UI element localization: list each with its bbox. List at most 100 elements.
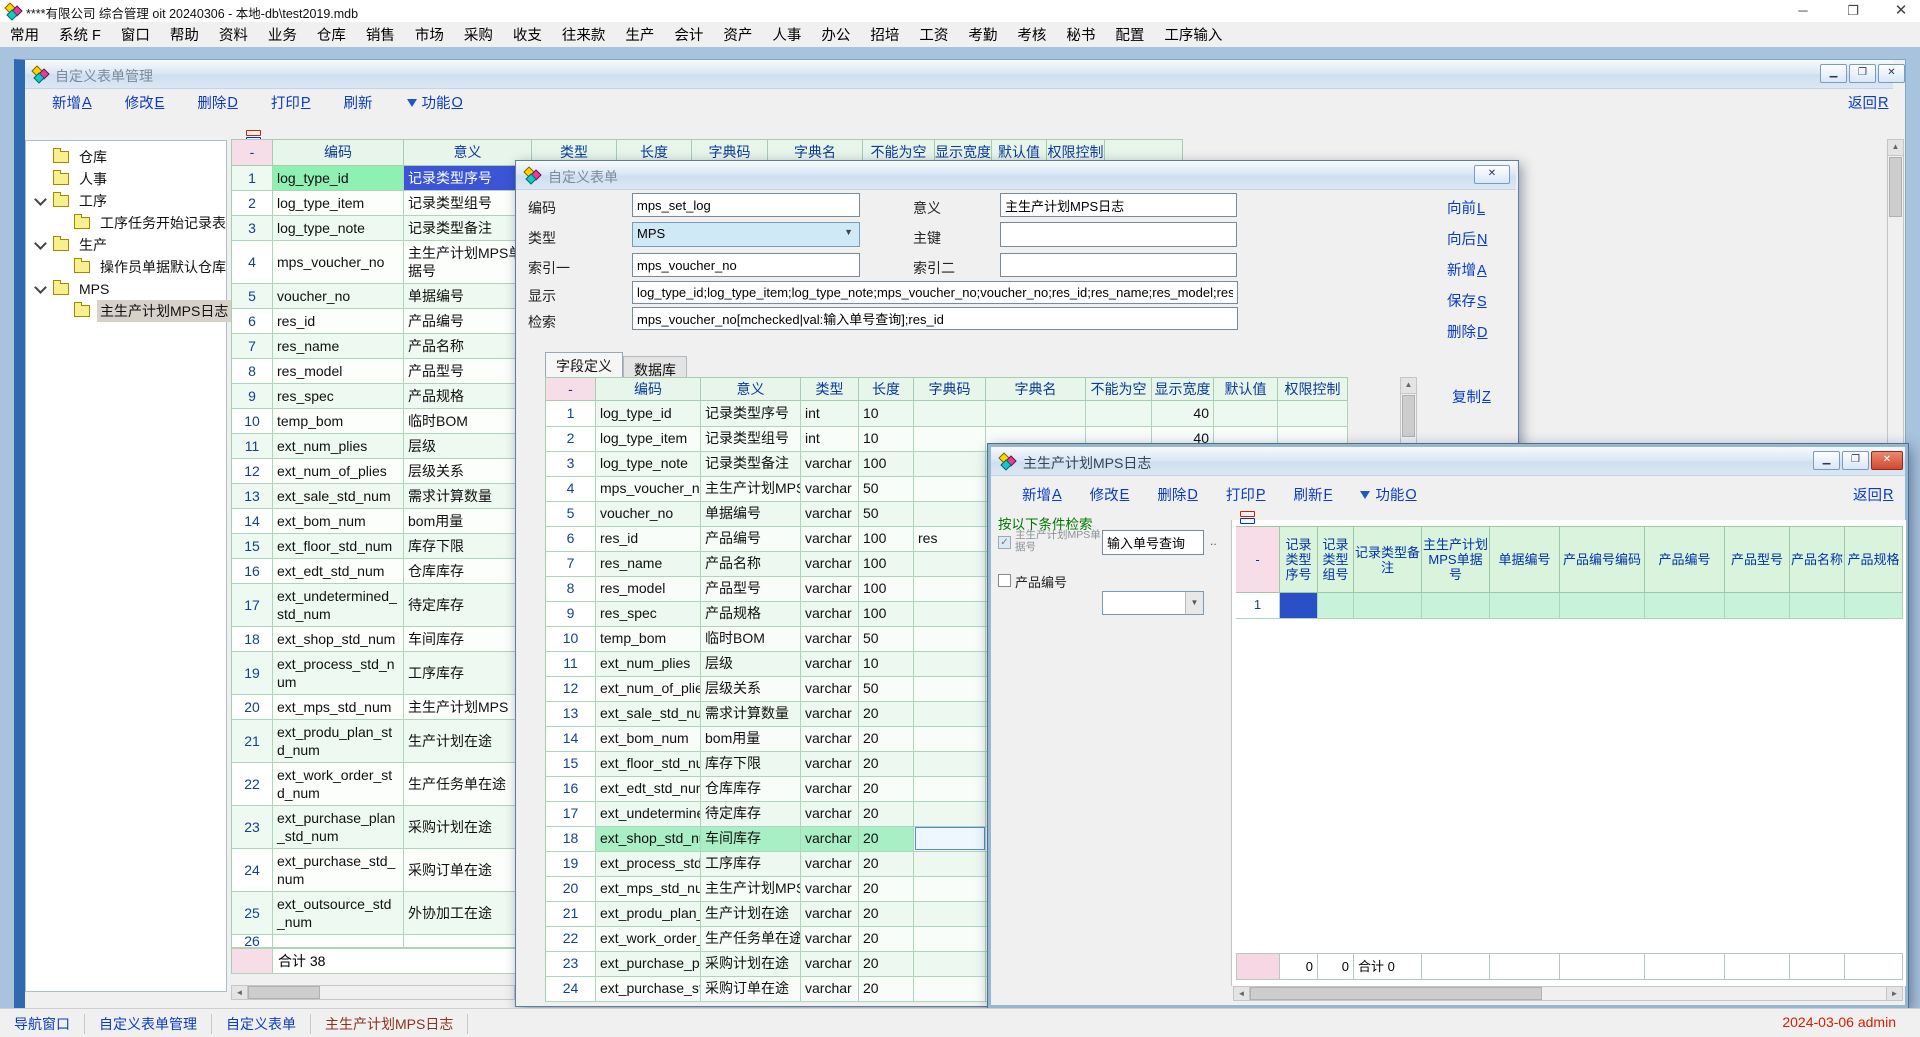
cell-dictcode[interactable]	[914, 951, 986, 976]
cell-code[interactable]: res_id	[273, 309, 404, 334]
tree-node-label[interactable]: 操作员单据默认仓库	[97, 256, 229, 278]
status-item[interactable]: 导航窗口	[0, 1014, 85, 1034]
cell-meaning[interactable]: 单据编号	[404, 284, 532, 309]
cell-code[interactable]: ext_shop_std_num	[596, 826, 701, 851]
cell-code[interactable]: ext_sale_std_num	[596, 701, 701, 726]
menu-item[interactable]: 工序输入	[1154, 24, 1232, 45]
tree-node[interactable]: 操作员单据默认仓库	[25, 256, 225, 278]
cell-type[interactable]: int	[801, 401, 859, 426]
table-row[interactable]: 17 ext_undetermined_std_num 待定库存	[232, 584, 532, 627]
cell-meaning[interactable]: 工序库存	[404, 652, 532, 695]
cell-length[interactable]: 100	[859, 576, 914, 601]
swap-columns-icon[interactable]	[1240, 511, 1255, 524]
col-header-resid[interactable]: 产品编号	[1645, 526, 1725, 593]
log-table-row1[interactable]: 1	[1236, 593, 1903, 619]
cell-length[interactable]: 100	[859, 601, 914, 626]
cell-meaning[interactable]: 产品型号	[404, 359, 532, 384]
cell-type[interactable]: varchar	[801, 551, 859, 576]
cell-meaning[interactable]: 外协加工在途	[404, 892, 532, 935]
row-number[interactable]: 4	[232, 241, 273, 284]
w1-maximize-icon[interactable]: ❐	[1849, 64, 1876, 83]
col-header-code[interactable]: 编码	[596, 377, 701, 401]
scroll-left-icon[interactable]: ◄	[1234, 987, 1250, 1000]
row-number[interactable]: 16	[546, 776, 596, 801]
side-button[interactable]: 保存S	[1447, 290, 1487, 311]
cell-length[interactable]: 10	[859, 426, 914, 451]
cell-length[interactable]: 10	[859, 401, 914, 426]
col-header-length[interactable]: 长度	[859, 377, 914, 401]
cell-type[interactable]: varchar	[801, 801, 859, 826]
cell-perm[interactable]	[1278, 401, 1348, 426]
cell-meaning[interactable]: 记录类型组号	[701, 426, 801, 451]
voucher-search-input[interactable]	[1102, 530, 1204, 555]
cell-type[interactable]: varchar	[801, 451, 859, 476]
table-row[interactable]: 19 ext_process_std_num 工序库存	[232, 652, 532, 695]
cell-code[interactable]: ext_shop_std_num	[273, 627, 404, 652]
cell-type[interactable]: varchar	[801, 601, 859, 626]
app-close-icon[interactable]: ✕	[1886, 2, 1916, 20]
row-number[interactable]: 21	[546, 901, 596, 926]
cell-meaning[interactable]: 待定库存	[404, 584, 532, 627]
table-row[interactable]: 21 ext_produ_plan_std_num 生产计划在途	[232, 720, 532, 763]
row-number[interactable]: 21	[232, 720, 273, 763]
row-number[interactable]: 16	[232, 559, 273, 584]
cell-meaning[interactable]: 采购订单在途	[701, 976, 801, 1001]
toolbar-button[interactable]: 刷新F	[1294, 484, 1333, 505]
type-select[interactable]: MPS▼	[632, 222, 860, 247]
cell-code[interactable]: ext_num_of_plies	[596, 676, 701, 701]
tree-node-label[interactable]: 人事	[76, 168, 110, 190]
tab-database[interactable]: 数据库	[623, 356, 687, 378]
cell-code[interactable]: res_name	[596, 551, 701, 576]
log-hscrollbar[interactable]: ◄ ►	[1233, 986, 1903, 1001]
chevron-down-icon[interactable]: ▼	[1185, 592, 1203, 614]
cell-notnull[interactable]	[1086, 401, 1152, 426]
app-maximize-icon[interactable]: ❐	[1838, 2, 1868, 20]
cell-length[interactable]: 20	[859, 801, 914, 826]
table-row[interactable]: 7 res_name 产品名称	[232, 334, 532, 359]
cell-type[interactable]: int	[801, 426, 859, 451]
cell-meaning[interactable]: bom用量	[404, 509, 532, 534]
menu-item[interactable]: 系统 F	[49, 24, 111, 45]
row-number[interactable]: 10	[232, 409, 273, 434]
tree-node[interactable]: 工序任务开始记录表	[25, 212, 225, 234]
cell-code[interactable]: ext_undetermined_std_num	[273, 584, 404, 627]
cell-code[interactable]: res_name	[273, 334, 404, 359]
scroll-thumb[interactable]	[1250, 987, 1542, 1000]
cell-dictcode[interactable]	[914, 401, 986, 426]
col-header-resname[interactable]: 产品名称	[1790, 526, 1845, 593]
product-combo[interactable]: ▼	[1102, 591, 1204, 615]
col-header-default[interactable]: 默认值	[1214, 377, 1278, 401]
row-number[interactable]: 11	[232, 434, 273, 459]
cell-code[interactable]: voucher_no	[596, 501, 701, 526]
scroll-up-icon[interactable]: ▲	[1401, 378, 1416, 394]
cell-type[interactable]: varchar	[801, 726, 859, 751]
menu-item[interactable]: 往来款	[552, 24, 616, 45]
scroll-right-icon[interactable]: ►	[1886, 987, 1902, 1000]
cell-code[interactable]: log_type_id	[596, 401, 701, 426]
cell-meaning[interactable]: 仓库库存	[404, 559, 532, 584]
cell-code[interactable]: log_type_id	[273, 166, 404, 191]
cell-dictcode[interactable]	[914, 676, 986, 701]
row-number[interactable]: 11	[546, 651, 596, 676]
row-number[interactable]: 20	[546, 876, 596, 901]
row-number[interactable]: 5	[546, 501, 596, 526]
cell-meaning[interactable]: 生产任务单在途	[701, 926, 801, 951]
table-row[interactable]: 2 log_type_item 记录类型组号	[232, 191, 532, 216]
col-header-resmodel[interactable]: 产品型号	[1725, 526, 1790, 593]
status-item[interactable]: 自定义表单	[212, 1014, 311, 1034]
table-row[interactable]: 20 ext_mps_std_num 主生产计划MPS	[232, 695, 532, 720]
table-row[interactable]: 1 log_type_id 记录类型序号	[232, 166, 532, 191]
toolbar-button[interactable]: 新增A	[1022, 484, 1062, 505]
cell-meaning[interactable]: 层级关系	[404, 459, 532, 484]
window-form-manager-titlebar[interactable]: 自定义表单管理	[25, 60, 1893, 89]
cell-dictcode[interactable]	[914, 876, 986, 901]
cell-default[interactable]	[1214, 401, 1278, 426]
cell-meaning[interactable]: 产品编号	[404, 309, 532, 334]
cell-meaning[interactable]: bom用量	[701, 726, 801, 751]
cell-meaning[interactable]: 记录类型组号	[404, 191, 532, 216]
row-number[interactable]: 24	[546, 976, 596, 1001]
col-header-dictcode[interactable]: 字典码	[914, 377, 986, 401]
col-header-meaning[interactable]: 意义	[701, 377, 801, 401]
cell-length[interactable]: 20	[859, 851, 914, 876]
table-row[interactable]: 9 res_spec 产品规格	[232, 384, 532, 409]
